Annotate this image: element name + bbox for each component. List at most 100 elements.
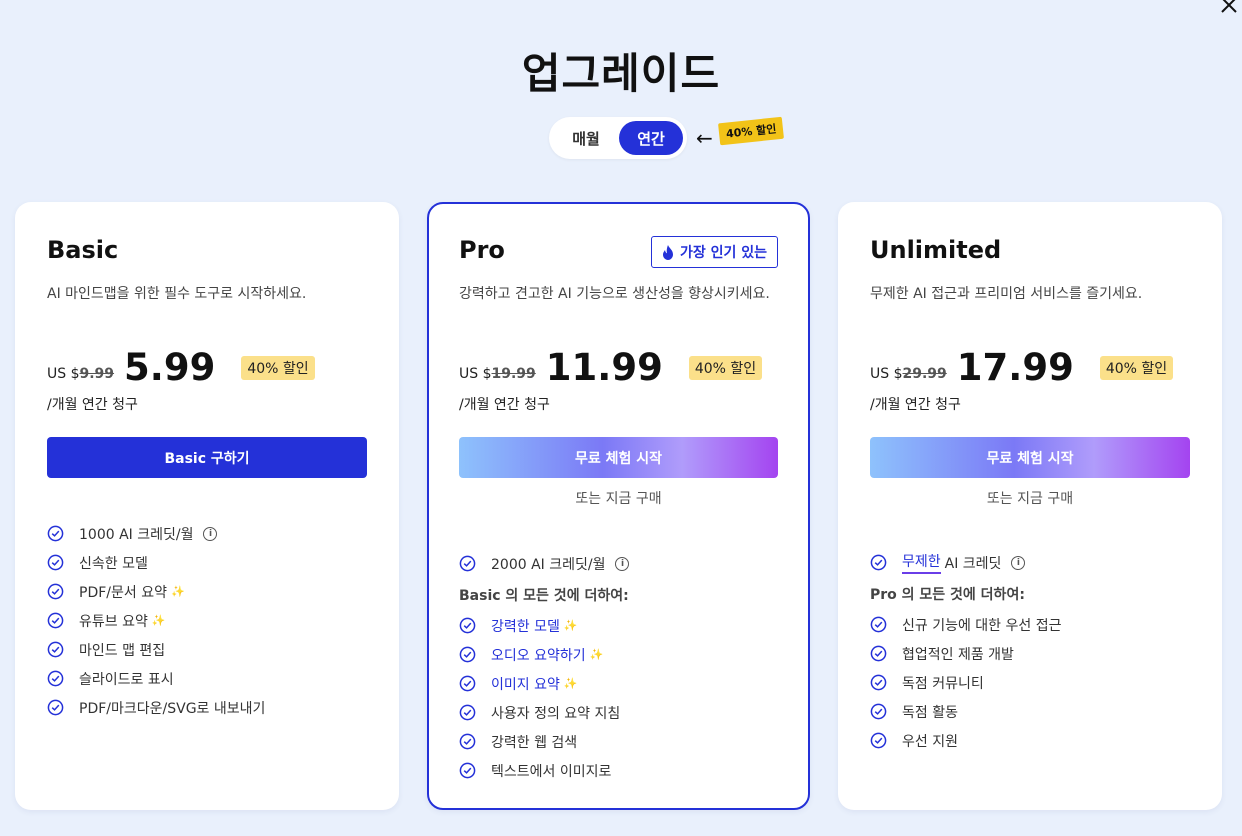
check-circle-icon: [459, 646, 476, 663]
billing-note: /개월 연간 청구: [870, 397, 961, 413]
check-circle-icon: [47, 612, 64, 629]
price: 5.99: [124, 346, 216, 389]
feature-item: 이미지 요약 ✨: [459, 669, 788, 698]
check-circle-icon: [459, 675, 476, 692]
check-circle-icon: [47, 583, 64, 600]
feature-text: AI 크레딧: [944, 555, 1002, 572]
basic-buy-button[interactable]: Basic 구하기: [47, 437, 367, 478]
plan-card-pro: Pro 가장 인기 있는 강력하고 견고한 AI 기능으로 생산성을 향상시키세…: [427, 202, 810, 810]
sparkle-icon: ✨: [170, 585, 185, 598]
billing-note: /개월 연간 청구: [47, 397, 138, 413]
discount-badge: 40% 할인: [1099, 356, 1174, 380]
old-price: 29.99: [902, 366, 947, 382]
toggle-annual[interactable]: 연간: [619, 121, 683, 155]
check-circle-icon: [47, 554, 64, 571]
check-circle-icon: [870, 645, 887, 662]
price-old-wrap: US $29.99: [870, 366, 947, 382]
check-circle-icon: [47, 641, 64, 658]
feature-item: 유튜브 요약 ✨: [47, 606, 379, 635]
feature-item: 독점 활동: [870, 697, 1202, 726]
discount-sticker: 40% 할인: [718, 116, 785, 146]
feature-item: 우선 지원: [870, 726, 1202, 755]
old-price: 9.99: [79, 366, 115, 382]
check-circle-icon: [47, 699, 64, 716]
plan-description: AI 마인드맵을 위한 필수 도구로 시작하세요.: [47, 286, 307, 302]
feature-item: PDF/마크다운/SVG로 내보내기: [47, 693, 379, 722]
feature-text: 독점 활동: [902, 704, 958, 721]
toggle-monthly[interactable]: 매월: [553, 121, 619, 155]
popular-badge-label: 가장 인기 있는: [679, 245, 767, 261]
feature-text: 유튜브 요약: [79, 613, 148, 630]
check-circle-icon: [870, 616, 887, 633]
billing-note: /개월 연간 청구: [459, 397, 550, 413]
info-icon[interactable]: i: [203, 526, 218, 541]
feature-text: 2000 AI 크레딧/월: [491, 556, 606, 573]
arrow-left-icon: ←: [696, 126, 713, 150]
sparkle-icon: ✨: [563, 677, 578, 690]
check-circle-icon: [459, 762, 476, 779]
feature-text: 오디오 요약하기: [491, 647, 586, 664]
feature-text: 우선 지원: [902, 733, 958, 750]
pro-trial-button[interactable]: 무료 체험 시작: [459, 437, 778, 478]
feature-item: 사용자 정의 요약 지침: [459, 698, 788, 727]
price: 17.99: [956, 346, 1074, 389]
currency-prefix: US $: [47, 366, 80, 382]
check-circle-icon: [459, 617, 476, 634]
old-price: 19.99: [491, 366, 536, 382]
feature-text: PDF/문서 요약: [79, 584, 167, 601]
feature-item: 2000 AI 크레딧/월 i: [459, 549, 788, 578]
page-title: 업그레이드: [521, 49, 721, 98]
feature-item: 슬라이드로 표시: [47, 664, 379, 693]
feature-text: 슬라이드로 표시: [79, 671, 174, 688]
info-icon[interactable]: i: [615, 556, 630, 571]
price-row: US $29.99 17.99 40% 할인: [870, 346, 1174, 389]
feature-text: 신속한 모델: [79, 555, 148, 572]
feature-text: 1000 AI 크레딧/월: [79, 526, 194, 543]
unlimited-buy-now-link[interactable]: 또는 지금 구매: [838, 488, 1222, 508]
feature-text: 강력한 모델: [491, 618, 560, 635]
fire-icon: [662, 244, 673, 260]
plan-card-basic: Basic AI 마인드맵을 위한 필수 도구로 시작하세요. US $9.99…: [15, 202, 399, 810]
feature-item: 신속한 모델: [47, 548, 379, 577]
check-circle-icon: [870, 674, 887, 691]
close-icon: [1221, 0, 1237, 13]
feature-text: 이미지 요약: [491, 676, 560, 693]
feature-list: 2000 AI 크레딧/월 i Basic 의 모든 것에 더하여: 강력한 모…: [459, 549, 788, 785]
plan-name: Unlimited: [870, 236, 1002, 264]
unlimited-trial-button[interactable]: 무료 체험 시작: [870, 437, 1190, 478]
currency-prefix: US $: [459, 366, 492, 382]
pro-buy-now-link[interactable]: 또는 지금 구매: [429, 488, 808, 508]
price-row: US $9.99 5.99 40% 할인: [47, 348, 315, 388]
feature-text: 독점 커뮤니티: [902, 675, 984, 692]
price-old-wrap: US $9.99: [47, 366, 114, 382]
price: 11.99: [545, 346, 663, 389]
popular-badge: 가장 인기 있는: [650, 236, 778, 268]
feature-text: 마인드 맵 편집: [79, 642, 166, 659]
feature-text: 텍스트에서 이미지로: [491, 763, 612, 780]
info-icon[interactable]: i: [1011, 555, 1026, 570]
plan-name: Basic: [47, 236, 119, 264]
billing-toggle: 매월 연간: [549, 117, 687, 159]
feature-text: PDF/마크다운/SVG로 내보내기: [79, 700, 266, 717]
sparkle-icon: ✨: [563, 619, 578, 632]
feature-item: 강력한 웹 검색: [459, 727, 788, 756]
section-heading: Basic 의 모든 것에 더하여:: [459, 587, 629, 604]
feature-text: 사용자 정의 요약 지침: [491, 705, 621, 722]
discount-badge: 40% 할인: [241, 356, 315, 380]
feature-text: 협업적인 제품 개발: [902, 646, 1014, 663]
feature-text: 신규 기능에 대한 우선 접근: [902, 617, 1062, 634]
plan-card-unlimited: Unlimited 무제한 AI 접근과 프리미엄 서비스를 즐기세요. US …: [838, 202, 1222, 810]
check-circle-icon: [47, 670, 64, 687]
plan-description: 무제한 AI 접근과 프리미엄 서비스를 즐기세요.: [870, 286, 1143, 302]
check-circle-icon: [47, 525, 64, 542]
check-circle-icon: [459, 704, 476, 721]
unlimited-emphasis: 무제한: [902, 551, 941, 574]
sparkle-icon: ✨: [151, 614, 166, 627]
close-button[interactable]: [1218, 0, 1240, 16]
feature-item: 독점 커뮤니티: [870, 668, 1202, 697]
feature-item: 무제한 AI 크레딧 i: [870, 548, 1202, 577]
feature-item: 마인드 맵 편집: [47, 635, 379, 664]
feature-list: 무제한 AI 크레딧 i Pro 의 모든 것에 더하여: 신규 기능에 대한 …: [870, 548, 1202, 755]
sparkle-icon: ✨: [589, 648, 604, 661]
currency-prefix: US $: [870, 366, 903, 382]
